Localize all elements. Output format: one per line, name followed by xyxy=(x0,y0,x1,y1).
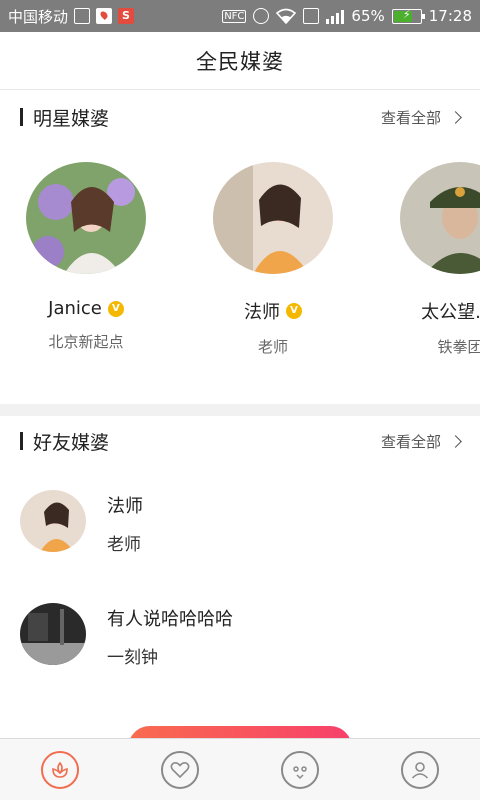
sim-icon xyxy=(303,8,320,24)
flower-icon xyxy=(41,750,79,789)
tab-favorites[interactable] xyxy=(120,739,240,800)
star-subtitle: 老师 xyxy=(257,338,288,356)
avatar xyxy=(400,162,480,274)
star-name: 太公望.盛 xyxy=(421,302,480,323)
chevron-right-icon xyxy=(449,110,462,124)
battery-icon: ⚡ xyxy=(391,8,425,24)
page-title: 全民媒婆 xyxy=(196,49,284,74)
heart-icon xyxy=(161,750,199,789)
star-subtitle: 铁拳团 xyxy=(437,338,480,356)
star-view-all-link[interactable]: 查看全部 xyxy=(380,107,462,128)
star-section-title: 明星媒婆 xyxy=(33,107,110,130)
status-bar: 中国移动 S NFC 65% ⚡ 17:28 xyxy=(0,0,480,32)
friend-list-item[interactable]: 有人说哈哈哈哈 一刻钟 xyxy=(0,603,480,703)
tab-bar xyxy=(0,738,480,800)
avatar xyxy=(20,603,86,665)
battery-percent: 65% xyxy=(351,7,385,25)
profile-icon xyxy=(401,750,439,789)
friend-list-item[interactable]: 法师 老师 xyxy=(0,490,480,590)
friend-view-all-link[interactable]: 查看全部 xyxy=(380,431,462,452)
view-all-label: 查看全部 xyxy=(380,432,441,451)
title-bar: 全民媒婆 xyxy=(0,32,480,90)
star-name: Janice xyxy=(48,298,102,319)
sogou-icon: S xyxy=(118,8,135,24)
clock: 17:28 xyxy=(428,7,472,25)
image-icon xyxy=(74,8,91,24)
star-name-row: 法师 V xyxy=(193,298,353,324)
section-marker xyxy=(20,432,23,450)
avatar xyxy=(26,162,146,274)
star-name-row: 太公望.盛 xyxy=(380,298,480,324)
friend-name: 有人说哈哈哈哈 xyxy=(107,609,233,630)
verified-badge-icon: V xyxy=(286,303,302,319)
star-name: 法师 xyxy=(244,302,280,323)
star-carousel[interactable]: Janice V 北京新起点 法师 V 老师 太公望.盛 铁拳团 xyxy=(0,150,480,400)
verified-badge-icon: V xyxy=(107,300,124,317)
map-icon xyxy=(96,8,113,24)
wifi-icon xyxy=(276,8,297,24)
star-card[interactable]: Janice V 北京新起点 xyxy=(6,162,166,352)
carrier-label: 中国移动 xyxy=(8,7,69,26)
tab-home[interactable] xyxy=(0,739,120,800)
tab-messages[interactable] xyxy=(240,739,360,800)
section-divider xyxy=(0,404,480,416)
view-all-label: 查看全部 xyxy=(380,108,441,127)
alarm-icon xyxy=(253,8,270,24)
avatar xyxy=(20,490,86,552)
star-name-row: Janice V xyxy=(6,298,166,319)
friend-subtitle: 一刻钟 xyxy=(107,648,158,668)
chevron-right-icon xyxy=(449,434,462,448)
friend-subtitle: 老师 xyxy=(107,535,141,555)
star-section-header: 明星媒婆 查看全部 xyxy=(0,92,480,142)
section-marker xyxy=(20,108,23,126)
star-card[interactable]: 太公望.盛 铁拳团 xyxy=(380,162,480,357)
friend-section-title: 好友媒婆 xyxy=(33,431,110,454)
tab-profile[interactable] xyxy=(360,739,480,800)
signal-icon xyxy=(326,8,345,24)
friend-section-header: 好友媒婆 查看全部 xyxy=(0,416,480,466)
avatar xyxy=(213,162,333,274)
chat-icon xyxy=(281,750,319,789)
star-card[interactable]: 法师 V 老师 xyxy=(193,162,353,357)
star-subtitle: 北京新起点 xyxy=(48,333,124,351)
friend-name: 法师 xyxy=(107,496,143,517)
nfc-icon: NFC xyxy=(222,9,247,23)
